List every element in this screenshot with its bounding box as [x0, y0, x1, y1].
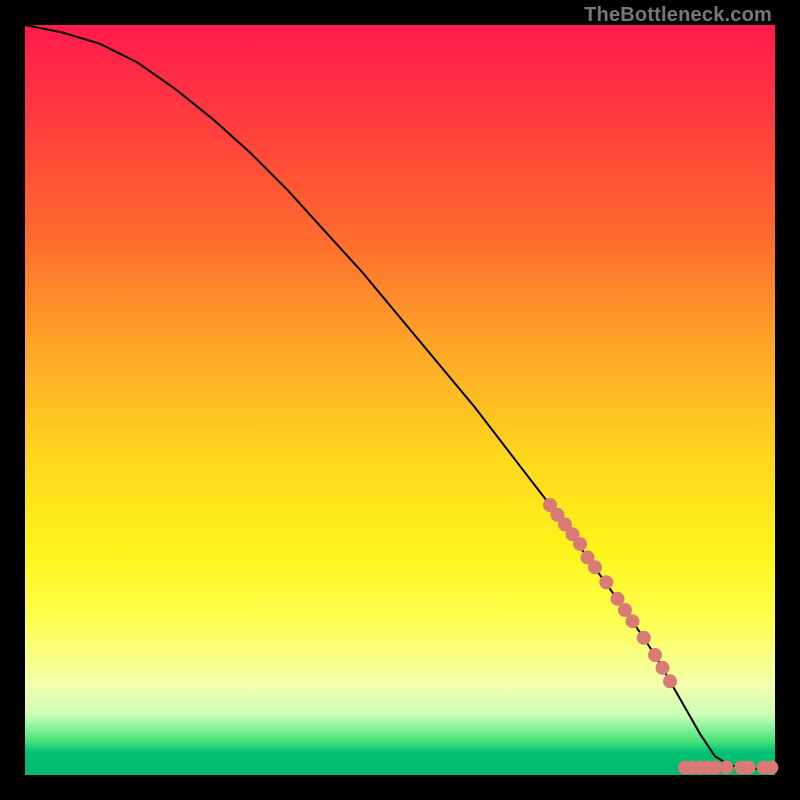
- chart-overlay: [25, 25, 775, 775]
- scatter-point: [588, 560, 602, 574]
- scatter-point: [626, 614, 640, 628]
- scatter-point: [648, 648, 662, 662]
- scatter-point: [764, 761, 778, 775]
- scatter-point: [573, 537, 587, 551]
- curve-line: [25, 25, 775, 769]
- scatter-point: [663, 674, 677, 688]
- scatter-markers: [543, 498, 778, 775]
- scatter-point: [719, 761, 733, 775]
- scatter-point: [656, 661, 670, 675]
- scatter-point: [637, 631, 651, 645]
- attribution-label: TheBottleneck.com: [584, 4, 772, 27]
- scatter-point: [742, 761, 756, 775]
- chart-frame: TheBottleneck.com: [0, 0, 800, 800]
- scatter-point: [599, 575, 613, 589]
